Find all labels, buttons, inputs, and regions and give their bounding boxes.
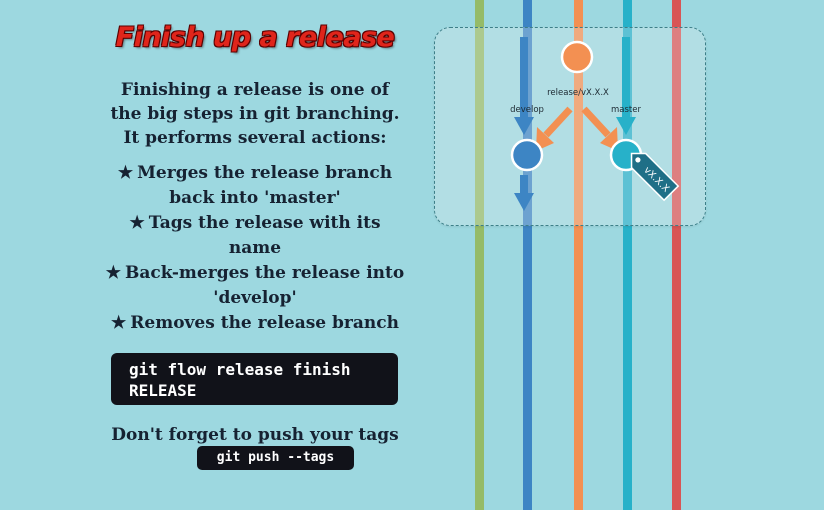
release-merge-arrow-develop	[543, 106, 573, 138]
list-item-text: Back-merges the release into 'develop'	[125, 263, 405, 308]
release-branch-label: release/vX.X.X	[547, 88, 609, 98]
develop-commit-node	[510, 138, 544, 172]
list-item: ★ Merges the release branch back into 'ma…	[105, 161, 405, 211]
release-tag-icon: vX.X.X	[630, 152, 680, 202]
star-icon: ★	[111, 313, 127, 333]
action-list: ★ Merges the release branch back into 'ma…	[105, 161, 405, 336]
develop-arrowhead-bottom	[514, 193, 534, 211]
star-icon: ★	[105, 263, 122, 283]
master-branch-label: master	[611, 105, 641, 115]
command-code-block: git flow release finish RELEASE	[111, 353, 398, 405]
develop-branch-label: develop	[510, 105, 544, 115]
intro-line-3: It performs several actions:	[123, 128, 387, 148]
push-tags-code: git push --tags	[197, 446, 354, 470]
list-item: ★ Removes the release branch	[105, 311, 405, 336]
master-arrowhead-top	[616, 117, 636, 135]
list-item-text: Tags the release with its name	[148, 213, 381, 258]
develop-arrowhead-top	[514, 117, 534, 135]
release-commit-node	[560, 40, 594, 74]
star-icon: ★	[129, 213, 145, 233]
list-item-text: Removes the release branch	[130, 313, 399, 333]
intro-line-2: the big steps in git branching.	[110, 104, 400, 124]
star-icon: ★	[117, 163, 134, 183]
list-item: ★ Tags the release with its name	[105, 211, 405, 261]
list-item-text: Merges the release branch back into 'mas…	[137, 163, 393, 208]
intro-line-1: Finishing a release is one of	[120, 80, 390, 100]
list-item: ★ Back-merges the release into 'develop'	[105, 261, 405, 311]
intro-text: Finishing a release is one of the big st…	[100, 78, 410, 150]
release-merge-arrow-master	[581, 106, 611, 138]
release-diagram: release/vX.X.X develop master vX.X.X	[510, 37, 680, 211]
